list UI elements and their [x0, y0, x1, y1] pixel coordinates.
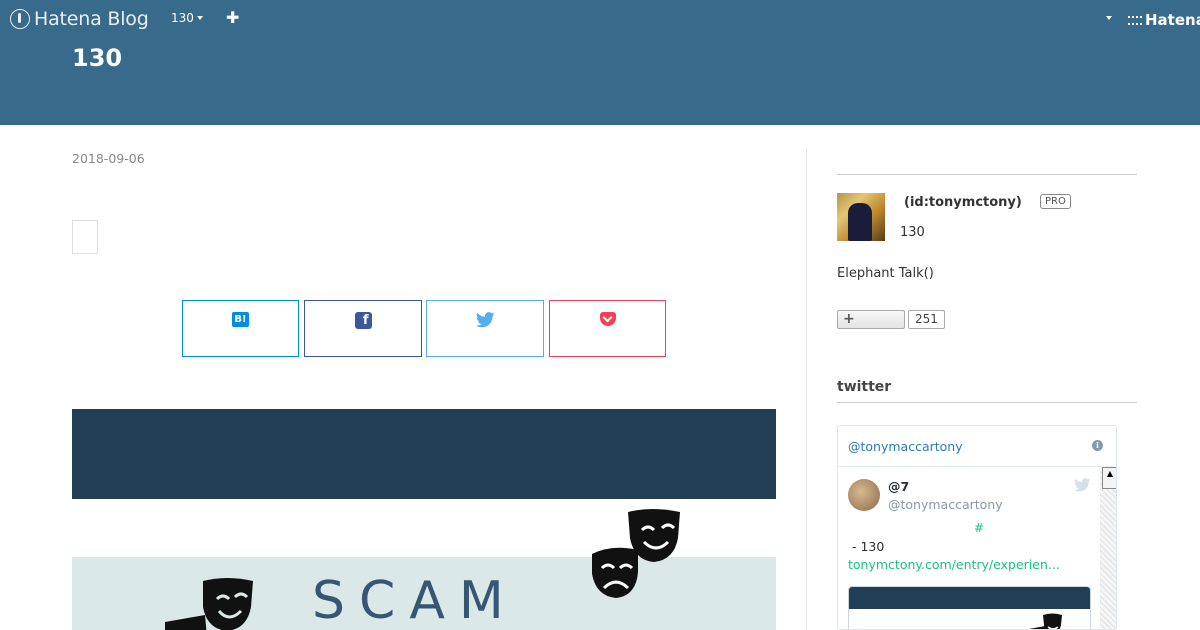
user-menu-caret-icon[interactable]	[1106, 16, 1112, 20]
blog-title[interactable]: 130	[72, 44, 122, 72]
embedded-placeholder	[72, 220, 98, 254]
twitter-section-heading: twitter	[837, 379, 892, 395]
profile-description: Elephant Talk()	[837, 266, 934, 281]
twitter-widget-divider	[838, 466, 1116, 467]
caret-down-icon	[196, 16, 203, 20]
tweet-card-image	[849, 587, 1090, 609]
twitter-widget-handle[interactable]: @tonymaccartony	[848, 439, 963, 454]
sidebar-rule	[837, 174, 1137, 175]
hatena-logo-icon	[10, 9, 30, 29]
theater-masks-icon	[165, 578, 253, 630]
hatena-brand-link[interactable]: Hatena	[1128, 11, 1200, 29]
banner-scam-text: SCAM	[312, 571, 518, 630]
tweet-link-card[interactable]	[848, 586, 1091, 629]
add-entry-button[interactable]: ✚	[226, 8, 239, 27]
tweet-link[interactable]: tonymctony.com/entry/experien...	[848, 557, 1060, 572]
twitter-timeline-widget[interactable]: @tonymaccartony i @7 @tonymaccartony # -…	[837, 425, 1117, 630]
twitter-bird-icon[interactable]	[1074, 478, 1091, 492]
blog-menu-dropdown[interactable]: 130	[171, 11, 203, 25]
share-pocket-button[interactable]	[549, 300, 666, 357]
profile-id-link[interactable]: (id:tonymctony)	[904, 195, 1022, 210]
tweet-text: - 130	[852, 539, 885, 554]
share-facebook-button[interactable]: f	[304, 300, 422, 357]
profile-avatar[interactable]	[837, 193, 885, 241]
twitter-widget-scrollbar[interactable]	[1100, 466, 1116, 629]
hatena-bookmark-icon: B!	[232, 312, 249, 327]
twitter-bird-icon	[475, 312, 495, 328]
hatena-brand-text: Hatena	[1145, 11, 1200, 29]
tweet-author-name[interactable]: @7	[888, 479, 909, 494]
follower-count[interactable]: 251	[908, 310, 945, 329]
follow-button[interactable]: +	[837, 310, 905, 329]
scroll-up-arrow-icon[interactable]: ▲	[1102, 467, 1116, 489]
share-twitter-button[interactable]	[426, 300, 544, 357]
entry-date[interactable]: 2018-09-06	[72, 151, 145, 166]
twitter-section-rule	[837, 402, 1137, 403]
entry-image-top	[72, 409, 776, 499]
tweet-hashtag[interactable]: #	[974, 521, 984, 535]
column-divider	[806, 149, 807, 630]
profile-blog-title: 130	[900, 225, 925, 240]
info-icon[interactable]: i	[1092, 440, 1103, 451]
theater-masks-icon	[1029, 613, 1062, 629]
hatena-mini-icon	[1128, 15, 1142, 25]
logo-text: Hatena Blog	[34, 8, 149, 30]
tweet-author-handle[interactable]: @tonymaccartony	[888, 497, 1003, 512]
share-hatena-bookmark-button[interactable]: B!	[182, 300, 299, 357]
tweet-avatar[interactable]	[848, 479, 880, 511]
pocket-icon	[599, 312, 616, 326]
hatena-blog-logo[interactable]: Hatena Blog	[10, 8, 149, 30]
pro-badge[interactable]: PRO	[1040, 194, 1071, 209]
blog-menu-label: 130	[171, 11, 194, 25]
global-navbar: Hatena Blog 130 ✚ Hatena	[0, 0, 1200, 38]
theater-masks-large-icon	[592, 509, 680, 598]
facebook-icon: f	[354, 312, 372, 329]
